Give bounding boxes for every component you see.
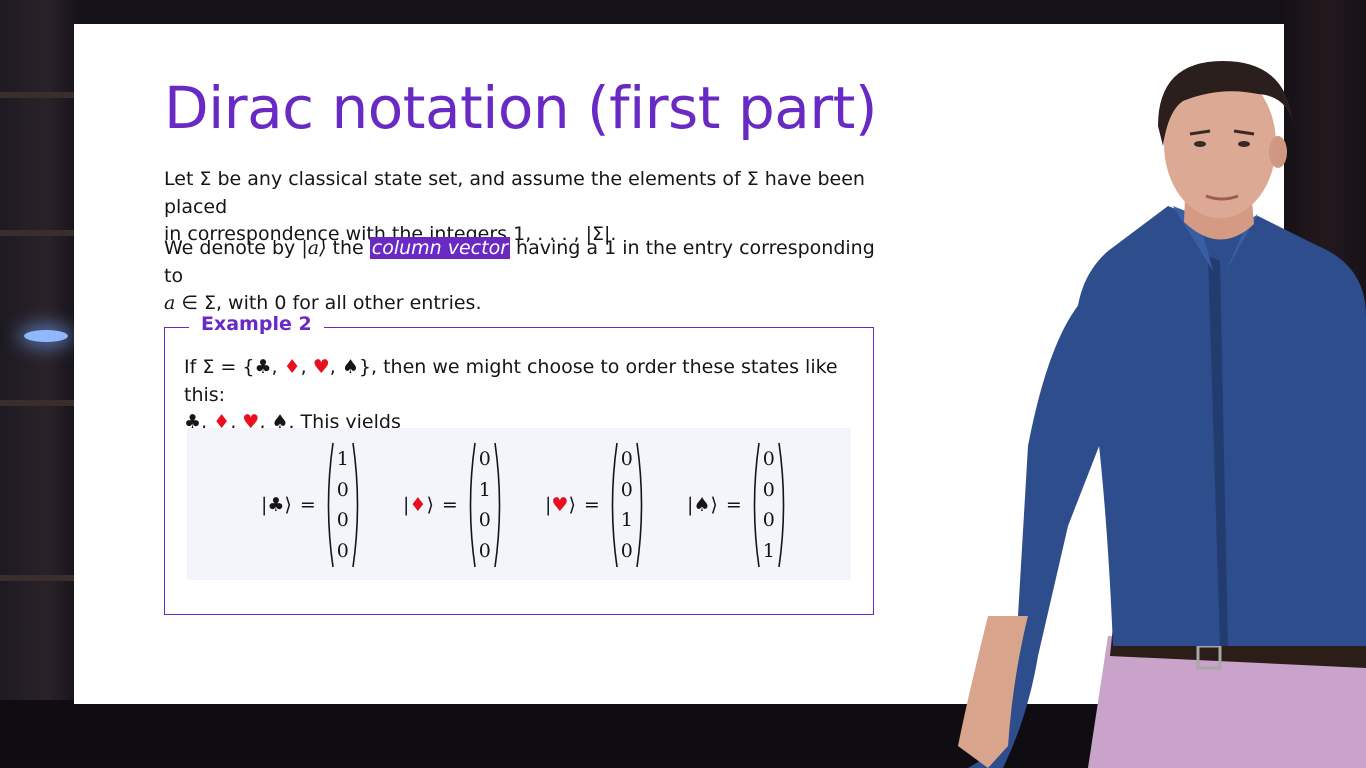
vector-spades: |♠⟩ = 0 0 0 1: [687, 442, 788, 568]
separator: ,: [329, 356, 342, 378]
ket-clubs: |♣⟩: [261, 494, 292, 516]
vector-entry: 0: [478, 509, 491, 532]
vector-entry: 1: [762, 539, 775, 562]
right-paren-icon: [494, 442, 501, 568]
vector-entry: 0: [762, 478, 775, 501]
presenter: [958, 61, 1366, 768]
suit-spades: ♠: [341, 356, 359, 378]
shelf: [0, 575, 80, 581]
vector-panel: |♣⟩ = 1 0 0 0 |♦⟩ = 0 1 0 0 |♥⟩ = 0 0 1 …: [187, 428, 851, 580]
vector-entries: 0 1 0 0: [476, 444, 494, 566]
vector-entry: 1: [478, 478, 491, 501]
equals-sign: =: [441, 494, 458, 516]
shelf: [0, 400, 80, 406]
equals-sign: =: [583, 494, 600, 516]
vector-hearts: |♥⟩ = 0 0 1 0: [545, 442, 646, 568]
paragraph-text: ∈ Σ, with 0 for all other entries.: [175, 292, 482, 314]
vector-entries: 1 0 0 0: [334, 444, 352, 566]
ket-hearts: |♥⟩: [545, 494, 576, 516]
ket-spades: |♠⟩: [687, 494, 718, 516]
shelf: [0, 92, 80, 98]
vector-entry: 0: [478, 539, 491, 562]
right-paren-icon: [351, 442, 359, 568]
background-bookshelf-left: [0, 0, 80, 768]
ket-angle: ⟩: [426, 494, 434, 516]
left-paren-icon: [327, 442, 334, 568]
vector-entries: 0 0 0 1: [760, 444, 778, 566]
ket-diamonds: |♦⟩: [403, 494, 434, 516]
vector-entry: 0: [336, 539, 349, 562]
suit-diamonds: ♦: [409, 494, 427, 516]
vector-entry: 1: [336, 448, 349, 470]
ket-angle: ⟩: [568, 494, 576, 516]
example-label: Example 2: [189, 313, 324, 335]
right-paren-icon: [777, 442, 785, 568]
suit-hearts: ♥: [551, 494, 569, 516]
shelf: [0, 230, 80, 236]
vector-clubs: |♣⟩ = 1 0 0 0: [261, 442, 362, 568]
separator: ,: [300, 356, 313, 378]
example-box: Example 2 If Σ = {♣, ♦, ♥, ♠}, then we m…: [164, 313, 874, 615]
left-paren-icon: [469, 442, 476, 568]
vector-entry: 0: [620, 448, 633, 470]
left-paren-icon: [753, 442, 760, 568]
vector-entry: 0: [336, 509, 349, 532]
suit-hearts: ♥: [312, 356, 330, 378]
suit-diamonds: ♦: [283, 356, 301, 378]
right-paren-icon: [636, 442, 643, 568]
example-text: If Σ = {♣, ♦, ♥, ♠}, then we might choos…: [184, 354, 855, 437]
suit-clubs: ♣: [254, 356, 272, 378]
paragraph-text: the: [326, 237, 370, 259]
left-paren-icon: [611, 442, 618, 568]
vector-entry: 0: [620, 478, 633, 501]
ket-a: |a⟩: [301, 237, 327, 259]
vector-entry: 0: [336, 478, 349, 501]
vector-entry: 0: [620, 539, 633, 562]
lamp: [24, 330, 68, 342]
vector-entries: 0 0 1 0: [618, 444, 636, 566]
highlight-column-vector: column vector: [369, 237, 511, 259]
vector-entry: 1: [620, 509, 633, 532]
variable-a: a: [164, 292, 176, 314]
example-text-part: If Σ = {: [184, 356, 255, 378]
equals-sign: =: [725, 494, 742, 516]
equals-sign: =: [299, 494, 316, 516]
vector-entry: 0: [762, 509, 775, 532]
paragraph-ket-definition: We denote by |a⟩ the column vector havin…: [164, 235, 894, 318]
paragraph-text: We denote by: [164, 237, 302, 259]
vector-entry: 0: [478, 448, 491, 470]
vector-entry: 0: [762, 448, 775, 470]
slide-title: Dirac notation (first part): [164, 74, 878, 142]
vector-diamonds: |♦⟩ = 0 1 0 0: [403, 442, 504, 568]
separator: ,: [271, 356, 284, 378]
paragraph-line: Let Σ be any classical state set, and as…: [164, 168, 865, 218]
